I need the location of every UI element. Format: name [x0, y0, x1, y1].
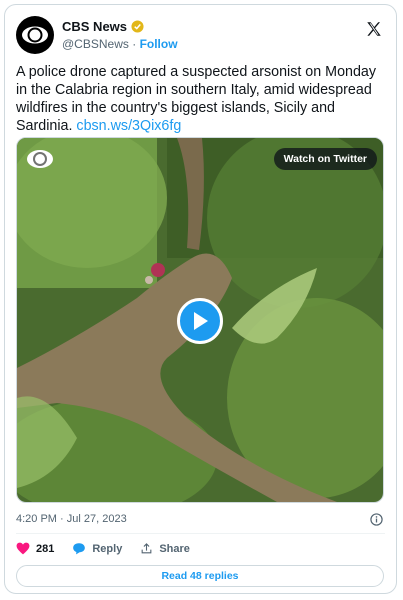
author-display-name[interactable]: CBS News — [62, 19, 127, 34]
reply-label: Reply — [92, 542, 123, 555]
tweet-card: CBS News @CBSNews · Follow A police dron… — [4, 4, 397, 594]
tweet-time: 4:20 PM — [16, 513, 57, 525]
read-replies-button[interactable]: Read 48 replies — [16, 565, 384, 587]
like-button[interactable]: 281 — [16, 542, 54, 555]
share-label: Share — [159, 542, 190, 555]
author-names: CBS News @CBSNews · Follow — [62, 19, 178, 51]
avatar[interactable] — [16, 16, 54, 54]
cbs-watermark-icon — [27, 150, 53, 168]
author-handle[interactable]: @CBSNews — [62, 37, 129, 51]
reply-button[interactable]: Reply — [72, 542, 122, 555]
play-button[interactable] — [177, 298, 223, 344]
share-button[interactable]: Share — [140, 542, 190, 555]
tweet-header: CBS News @CBSNews · Follow — [16, 16, 385, 56]
follow-button[interactable]: Follow — [140, 37, 178, 51]
tweet-date: Jul 27, 2023 — [66, 513, 127, 525]
play-icon — [194, 312, 208, 330]
info-icon[interactable] — [370, 513, 383, 526]
tweet-timestamp[interactable]: 4:20 PM · Jul 27, 2023 — [16, 513, 127, 525]
divider — [16, 533, 385, 534]
video-player[interactable]: Watch on Twitter — [16, 137, 384, 503]
handle-separator: · — [132, 37, 137, 51]
timestamp-separator: · — [60, 513, 64, 525]
tweet-link[interactable]: cbsn.ws/3Qix6fg — [76, 118, 181, 134]
verified-badge-icon — [131, 20, 144, 33]
watch-on-twitter-button[interactable]: Watch on Twitter — [273, 148, 377, 170]
tweet-text: A police drone captured a suspected arso… — [16, 63, 386, 135]
tweet-body: A police drone captured a suspected arso… — [16, 64, 377, 134]
like-count: 281 — [36, 542, 55, 555]
x-logo-icon[interactable] — [365, 20, 383, 38]
action-bar: 281 Reply Share — [16, 542, 208, 555]
cbs-eye-logo-icon — [22, 26, 48, 44]
heart-icon — [16, 542, 30, 555]
share-icon — [141, 543, 152, 554]
reply-icon — [73, 543, 86, 555]
